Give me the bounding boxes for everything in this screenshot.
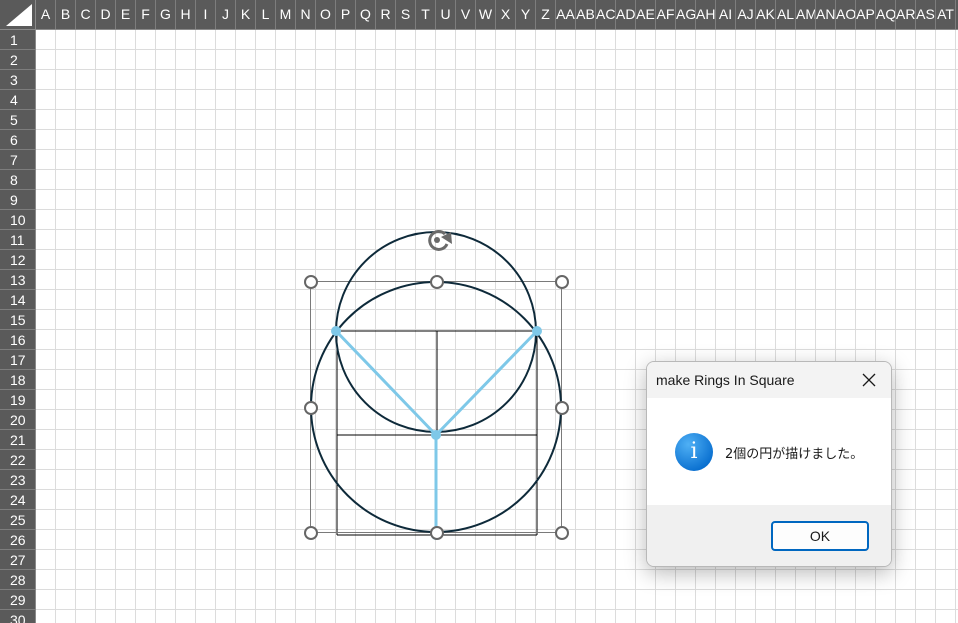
- dialog-body: i 2個の円が描けました。: [647, 398, 891, 505]
- spoke-vertex-right: [532, 326, 542, 336]
- resize-handle-top[interactable]: [430, 275, 444, 289]
- close-button[interactable]: [847, 362, 891, 398]
- dialog-message: 2個の円が描けました。: [725, 447, 864, 462]
- resize-handle-top-left[interactable]: [304, 275, 318, 289]
- spreadsheet: A B C D E F G H I J K L M N O P Q R S T U V W X Y Z AA AB AC AD AE AF AG…: [0, 0, 958, 623]
- resize-handle-bottom-right[interactable]: [555, 526, 569, 540]
- resize-handle-bottom-left[interactable]: [304, 526, 318, 540]
- dialog-footer: OK: [647, 505, 891, 566]
- dialog-title: make Rings In Square: [656, 372, 795, 388]
- dialog-titlebar[interactable]: make Rings In Square: [647, 362, 891, 398]
- info-icon: i: [675, 433, 713, 471]
- rotate-handle-icon[interactable]: [428, 229, 452, 251]
- resize-handle-right[interactable]: [555, 401, 569, 415]
- resize-handle-top-right[interactable]: [555, 275, 569, 289]
- ok-button[interactable]: OK: [771, 521, 869, 551]
- resize-handle-left[interactable]: [304, 401, 318, 415]
- resize-handle-bottom[interactable]: [430, 526, 444, 540]
- inner-ring[interactable]: [335, 231, 537, 433]
- message-dialog: make Rings In Square i 2個の円が描けました。 OK: [646, 361, 892, 567]
- spoke-center-point: [431, 430, 441, 440]
- spoke-vertex-left: [331, 326, 341, 336]
- close-icon: [862, 373, 876, 387]
